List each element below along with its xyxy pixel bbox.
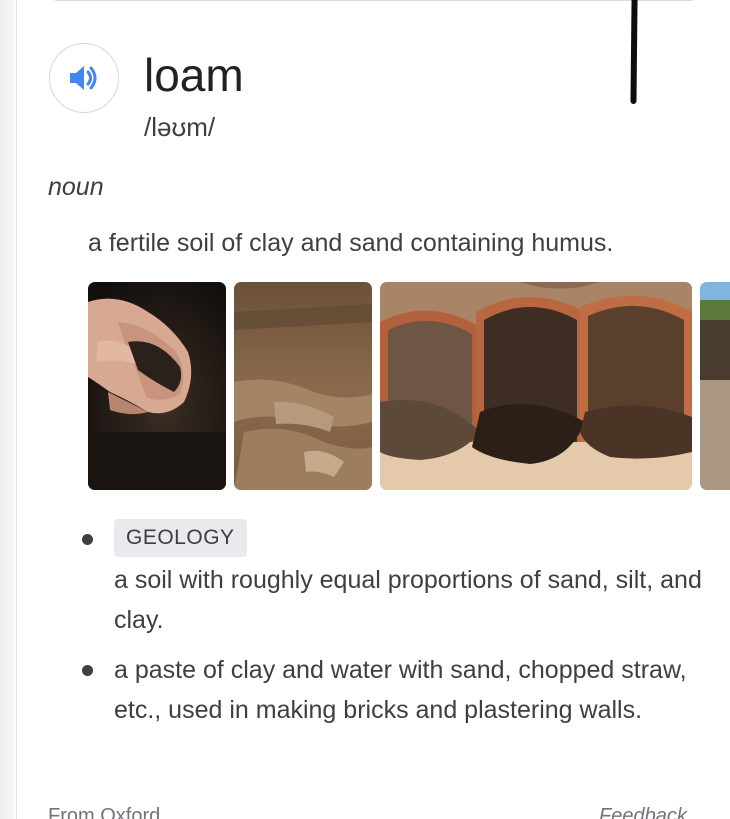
sense-list: GEOLOGY a soil with roughly equal propor… [78,519,718,730]
image-dry-soil[interactable] [234,282,372,490]
left-panel-edge [0,0,17,819]
sense-definition: a paste of clay and water with sand, cho… [114,656,687,724]
primary-definition: a fertile soil of clay and sand containi… [88,229,614,257]
headword: loam [144,49,244,101]
image-terracotta-pots[interactable] [380,282,692,490]
feedback-link[interactable]: Feedback [599,804,687,819]
image-carousel [88,282,730,490]
search-box-edge [48,0,700,1]
speaker-volume-icon [70,66,97,90]
image-soil-profile[interactable] [700,282,730,490]
image-hands-soil[interactable] [88,282,226,490]
part-of-speech: noun [48,173,104,201]
bullet-dot-icon [82,665,93,676]
sense-item: GEOLOGY a soil with roughly equal propor… [78,519,718,640]
sense-item: a paste of clay and water with sand, cho… [78,650,718,730]
phonetic-transcription: /ləʊm/ [144,112,216,142]
pronunciation-button[interactable] [49,43,119,113]
bullet-dot-icon [82,534,93,545]
sense-definition: a soil with roughly equal proportions of… [114,566,702,634]
subject-tag: GEOLOGY [114,519,247,557]
pen-annotation-mark [630,0,638,105]
source-attribution: From Oxford [48,805,161,819]
dictionary-card: loam /ləʊm/ noun a fertile soil of clay … [0,0,730,819]
